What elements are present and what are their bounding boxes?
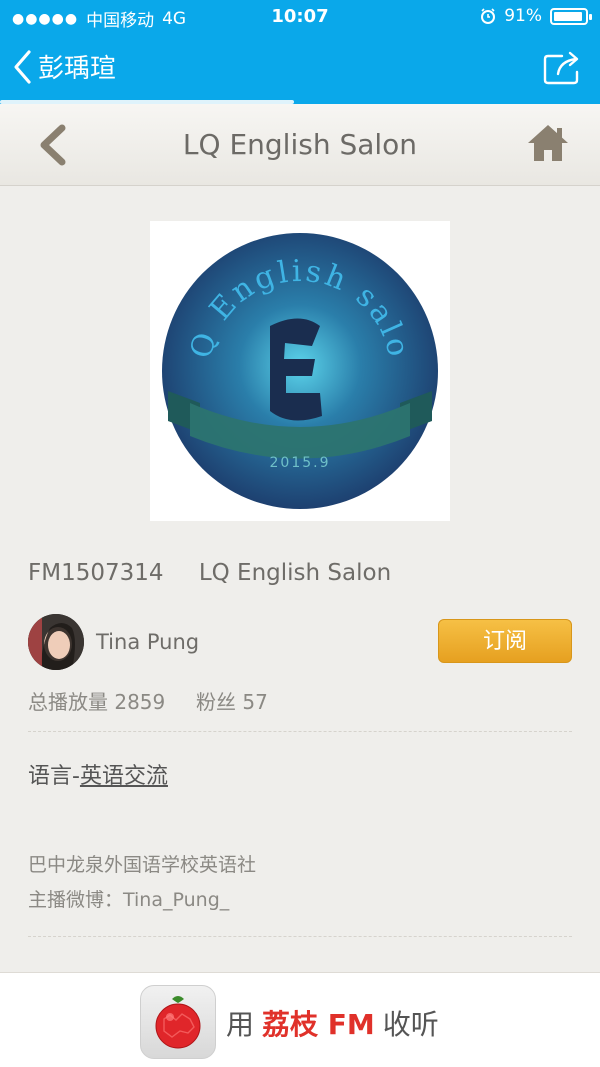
status-bar: ●●●●● 中国移动 4G 10:07 91% [0, 0, 600, 34]
back-label: 彭瑀瑄 [38, 54, 117, 84]
top-bar: ●●●●● 中国移动 4G 10:07 91% 彭瑀瑄 [0, 0, 600, 104]
alarm-icon [481, 8, 496, 24]
channel-category: 语言-英语交流 [28, 758, 168, 790]
banner-text: 用 荔枝 FM 收听 [226, 1003, 439, 1043]
open-in-app-banner[interactable]: 用 荔枝 FM 收听 [0, 972, 600, 1067]
share-icon [543, 51, 579, 85]
page-title: LQ English Salon [182, 128, 418, 161]
logo-year: 2015.9 [270, 455, 331, 471]
fans-count: 57 [242, 690, 268, 714]
description-line-1: 巴中龙泉外国语学校英语社 [28, 854, 257, 876]
home-icon [528, 125, 568, 161]
category-prefix: 语言- [28, 764, 80, 789]
host-avatar[interactable] [28, 614, 84, 670]
battery-icon [550, 7, 592, 25]
channel-cover-image: LQ English salon 2015.9 [150, 221, 450, 521]
channel-id: FM1507314 [28, 560, 164, 586]
lizhi-app-icon [140, 985, 216, 1059]
host-row: Tina Pung [28, 614, 199, 670]
fans-label: 粉丝 [195, 690, 236, 714]
battery-percent: 91% [504, 6, 542, 26]
nav-row: 彭瑀瑄 [0, 34, 600, 100]
channel-description: 巴中龙泉外国语学校英语社 主播微博：Tina_Pung_ [28, 848, 256, 918]
divider [28, 731, 572, 732]
plays-count: 2859 [114, 690, 166, 714]
host-name: Tina Pung [96, 630, 200, 654]
description-line-2: 主播微博：Tina_Pung_ [28, 889, 230, 911]
divider [28, 936, 572, 937]
channel-info: FM1507314 LQ English Salon [28, 560, 391, 586]
back-button[interactable]: 彭瑀瑄 [12, 48, 116, 85]
plays-label: 总播放量 [28, 690, 108, 714]
category-link[interactable]: 英语交流 [80, 764, 168, 789]
brand-name: 荔枝 FM [262, 1008, 375, 1041]
chevron-left-icon [14, 49, 31, 84]
channel-stats: 总播放量 2859 粉丝 57 [28, 686, 268, 715]
channel-name: LQ English Salon [198, 560, 392, 586]
lq-salon-logo: LQ English salon 2015.9 [160, 231, 438, 509]
avatar-image [28, 614, 84, 670]
subscribe-button[interactable]: 订阅 [438, 619, 572, 663]
share-button[interactable] [542, 48, 584, 90]
lychee-icon [155, 996, 201, 1049]
home-button[interactable] [526, 122, 570, 168]
channel-header: LQ English Salon [0, 104, 600, 186]
